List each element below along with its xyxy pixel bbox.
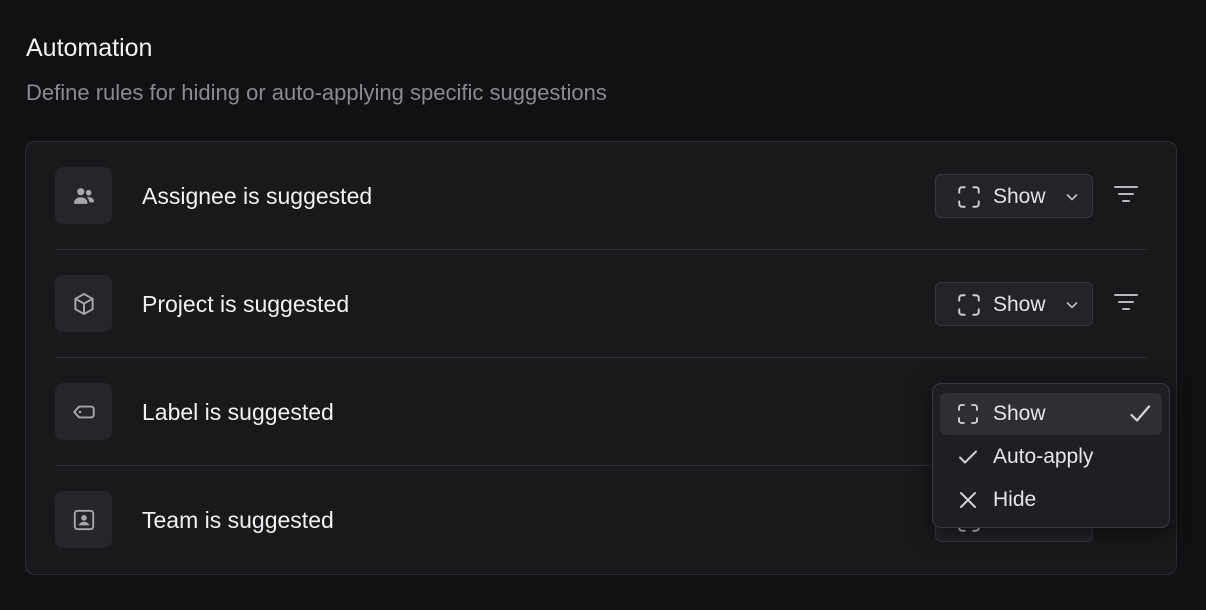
filter-button[interactable] (1110, 178, 1142, 210)
rule-label: Team is suggested (142, 507, 334, 533)
section-title: Automation (26, 34, 153, 62)
section-subtitle: Define rules for hiding or auto-applying… (26, 80, 607, 105)
dropdown-option-show[interactable]: Show (940, 393, 1162, 435)
option-label: Show (993, 402, 1046, 425)
team-badge-icon (55, 491, 112, 548)
automation-settings-page: Automation Define rules for hiding or au… (0, 0, 1206, 610)
tag-icon (55, 383, 112, 440)
check-icon (959, 450, 977, 464)
users-icon (55, 167, 112, 224)
x-icon (960, 492, 976, 508)
filter-button[interactable] (1110, 286, 1142, 318)
chevron-down-icon (1066, 302, 1078, 309)
action-dropdown-menu: Show Auto-apply Hide (932, 383, 1170, 528)
rule-action-select[interactable]: Show (935, 282, 1093, 326)
dropdown-option-auto-apply[interactable]: Auto-apply (940, 436, 1162, 478)
select-value: Show (993, 293, 1046, 316)
dashed-frame-icon (958, 294, 980, 316)
rule-row-assignee: Assignee is suggested Show (55, 142, 1147, 250)
dashed-frame-icon (958, 186, 980, 208)
rule-action-select[interactable]: Show (935, 174, 1093, 218)
dropdown-option-hide[interactable]: Hide (940, 479, 1162, 521)
dashed-frame-icon (958, 404, 978, 424)
rule-row-project: Project is suggested Show (55, 250, 1147, 358)
rule-label: Label is suggested (142, 399, 334, 425)
option-label: Auto-apply (993, 445, 1094, 468)
selected-check-icon (1130, 405, 1151, 422)
filter-icon (1114, 186, 1138, 202)
option-label: Hide (993, 488, 1037, 511)
rule-label: Project is suggested (142, 291, 350, 317)
select-value: Show (993, 185, 1046, 208)
chevron-down-icon (1066, 194, 1078, 201)
rule-label: Assignee is suggested (142, 183, 373, 209)
filter-icon (1114, 294, 1138, 310)
cube-icon (55, 275, 112, 332)
